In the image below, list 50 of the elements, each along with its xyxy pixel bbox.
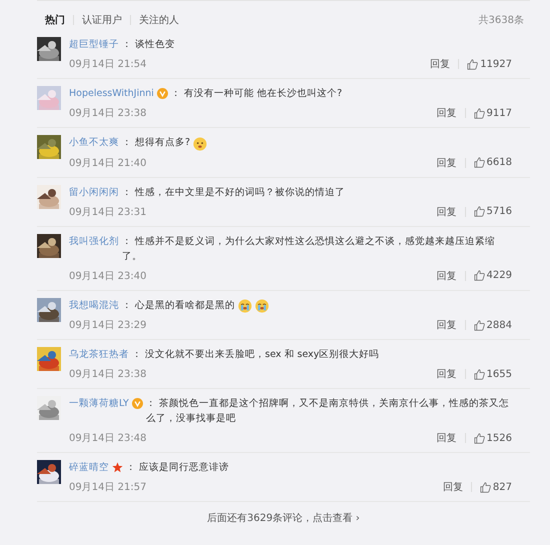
comment-text: ： 性感，在中文里是不好的词吗？被你说的情迫了 (122, 186, 346, 200)
comment-text: ： 没文化就不要出来丢脸吧，sex 和 sexy区别很大好吗 (132, 348, 380, 362)
like-button[interactable]: 2884 (474, 320, 512, 330)
reply-link[interactable]: 回复 (436, 318, 457, 332)
thumbs-up-icon (480, 482, 491, 492)
comment-text: ： 性感并不是贬义词，为什么大家对性这么恐惧这么避之不谈，感觉越来越压迫紧缩了。 (122, 234, 496, 264)
thumbs-up-icon (474, 157, 485, 168)
reply-link[interactable]: 回复 (442, 480, 463, 494)
thumbs-up-icon (474, 270, 485, 281)
filter-tab[interactable]: 认证用户 (82, 13, 130, 27)
comment-text: ： 心是黑的看啥都是黑的 (122, 298, 236, 312)
more-comments-link[interactable]: 后面还有3629条评论，点击查看 › (201, 510, 366, 526)
thumbs-up-icon (467, 58, 478, 70)
comment-text: ： 有没有一种可能 他在长沙也叫这个? (170, 87, 342, 101)
like-button[interactable]: 6618 (474, 157, 512, 168)
thumbs-up-icon (474, 320, 485, 330)
filter-tab[interactable]: 关注的人 (139, 13, 187, 27)
comment-text: ： 应该是同行恶意诽谤 (126, 461, 230, 475)
comment-time: 09月14日 23:38 (69, 368, 146, 381)
like-button[interactable]: 4229 (474, 270, 512, 281)
comment-time: 09月14日 21:40 (69, 156, 146, 170)
thumbs-up-icon (474, 432, 485, 444)
reply-link[interactable]: 回复 (430, 57, 450, 71)
comment-time: 09月14日 21:54 (69, 58, 146, 71)
reply-link[interactable]: 回复 (436, 204, 457, 218)
reply-link[interactable]: 回复 (436, 431, 457, 445)
comment-time: 09月14日 23:48 (69, 432, 146, 445)
comment-time: 09月14日 23:40 (69, 270, 146, 282)
reply-link[interactable]: 回复 (436, 106, 457, 120)
like-button[interactable]: 1655 (474, 368, 512, 380)
comment-time: 09月14日 21:57 (69, 481, 146, 494)
like-button[interactable]: 9117 (474, 108, 512, 118)
like-button[interactable]: 11927 (467, 58, 512, 70)
comment-time: 09月14日 23:29 (69, 319, 146, 332)
like-button[interactable]: 5716 (474, 206, 512, 217)
like-button[interactable]: 1526 (474, 432, 512, 444)
like-button[interactable]: 827 (480, 482, 512, 492)
comment-text: ： 谈性色变 (122, 38, 176, 52)
filter-tab[interactable]: 热门 (45, 13, 73, 27)
comment-text: ： 茶颜悦色一直都是这个招牌啊，又不是南京特供，关南京什么事，性感的茶又怎么了，没事找事是吧 (146, 397, 510, 426)
reply-link[interactable]: 回复 (436, 156, 457, 170)
comment-time: 09月14日 23:31 (69, 206, 146, 218)
thumbs-up-icon (474, 206, 485, 217)
comment-count: 共3638条 (478, 14, 524, 27)
comment-time: 09月14日 23:38 (69, 107, 146, 120)
thumbs-up-icon (474, 368, 485, 380)
reply-link[interactable]: 回复 (436, 367, 457, 381)
thumbs-up-icon (474, 108, 485, 118)
comment-text: ： 想得有点多? (122, 136, 190, 150)
reply-link[interactable]: 回复 (436, 268, 457, 282)
